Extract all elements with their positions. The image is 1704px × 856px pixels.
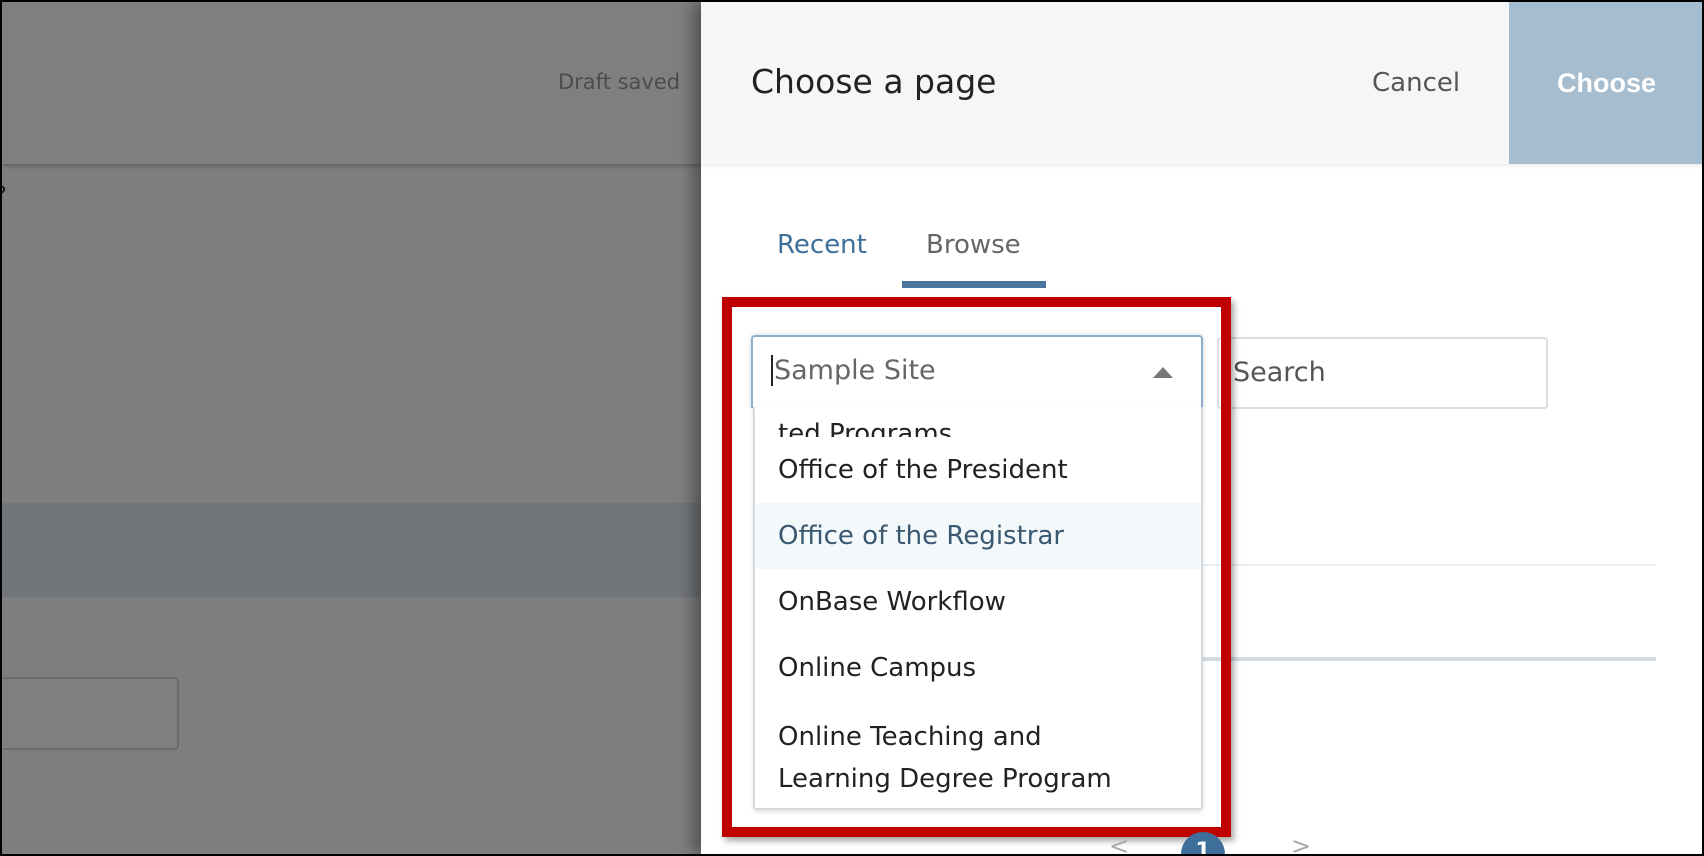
help-icon: ? [2,182,7,206]
list-item[interactable]: ted Programs [755,407,1201,437]
dialog-title: Choose a page [751,62,997,101]
tab-browse[interactable]: Browse [926,230,1021,260]
draft-status: Draft saved [558,70,681,94]
option-label: Office of the President [778,455,1068,485]
search-input[interactable]: Search [1217,337,1548,409]
site-options-list[interactable]: ted Programs Office of the President Off… [753,407,1203,810]
background-header: Draft saved [2,2,702,164]
background-input [2,677,179,750]
triangle-up-icon[interactable] [1153,367,1173,378]
tab-recent[interactable]: Recent [777,230,867,260]
site-select-value[interactable]: Sample Site [771,355,936,386]
site-select[interactable]: Sample Site [751,335,1203,408]
list-item[interactable]: OnBase Workflow [755,569,1201,635]
pagination-next[interactable]: > [1291,832,1311,854]
cancel-button[interactable]: Cancel [1372,68,1460,98]
option-label: Online Campus [778,653,977,683]
pagination-page-1[interactable]: 1 [1181,832,1225,854]
divider [1201,657,1656,661]
pagination-prev[interactable]: < [1109,832,1129,854]
list-item-highlighted[interactable]: Office of the Registrar [755,503,1201,569]
screen: Draft saved ? Choose a page Cancel Choos… [2,2,1702,854]
dialog-header: Choose a page Cancel Choose [701,2,1702,164]
list-item[interactable]: Office of the President [755,437,1201,503]
active-tab-indicator [902,281,1046,288]
option-label: OnBase Workflow [778,587,1006,617]
choose-page-dialog: Choose a page Cancel Choose Recent Brows… [701,2,1702,854]
choose-button[interactable]: Choose [1509,2,1702,164]
option-label: ted Programs [778,419,953,437]
divider [1201,564,1656,566]
list-item[interactable]: Online Campus [755,635,1201,701]
option-label: Office of the Registrar [778,521,1065,551]
option-label: Online Teaching and Learning Degree Prog… [778,722,1112,794]
list-item[interactable]: Online Teaching and Learning Degree Prog… [755,701,1201,808]
background-band [2,503,702,597]
